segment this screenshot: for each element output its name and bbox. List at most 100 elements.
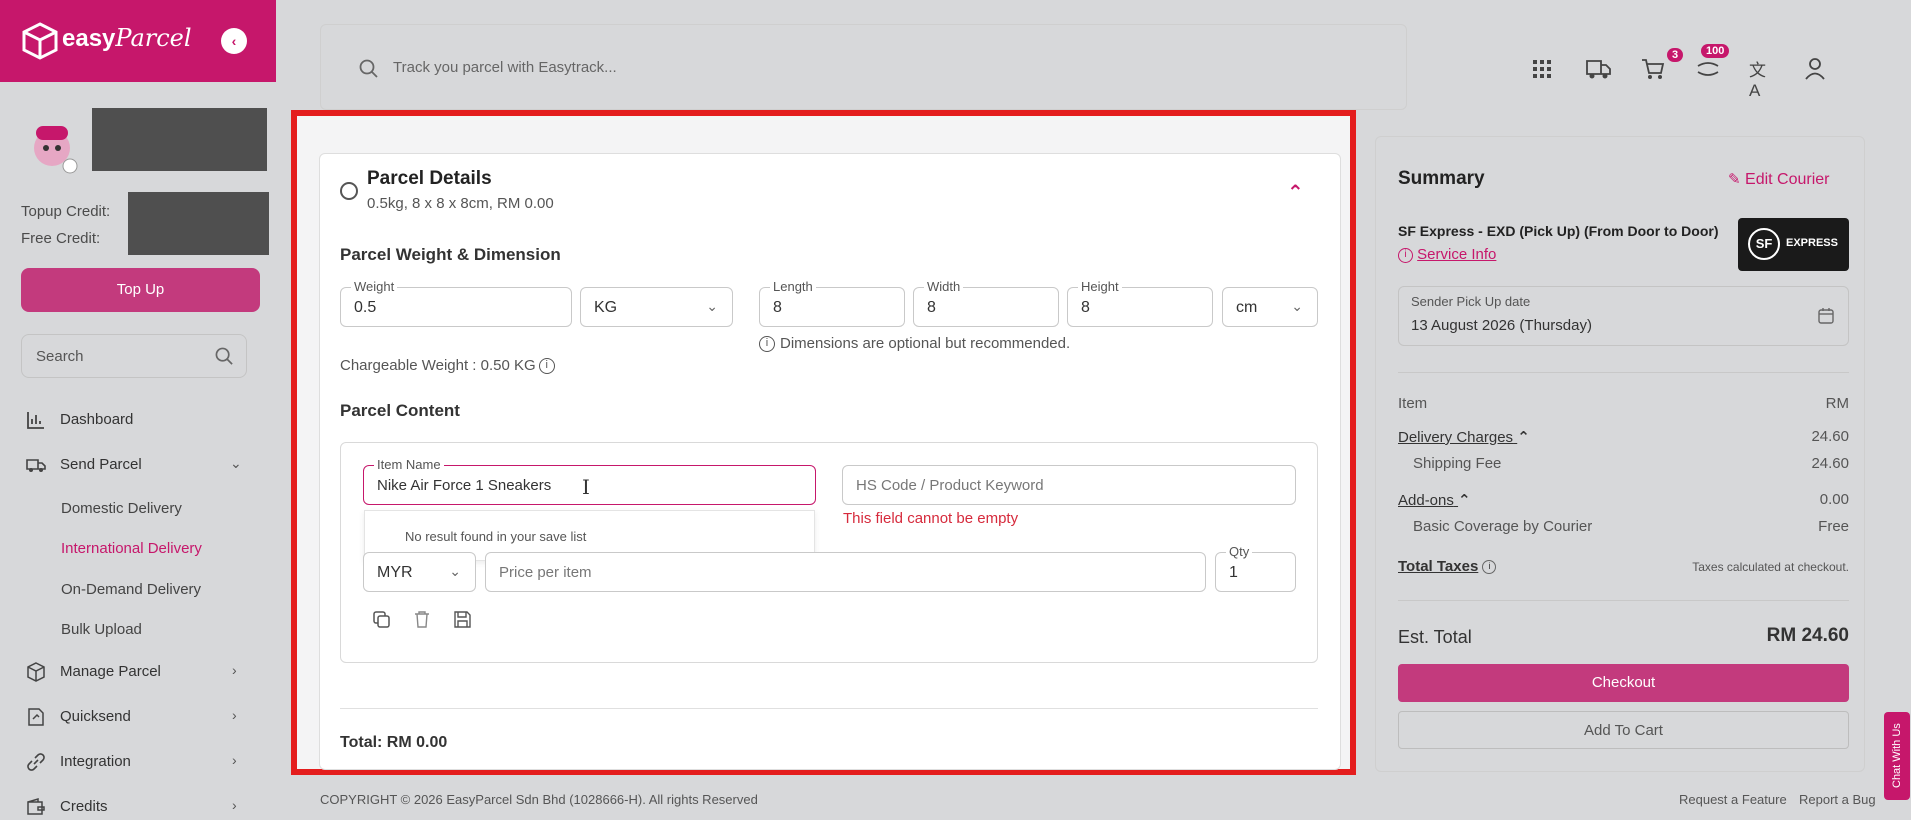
track-search-input[interactable]: Track you parcel with Easytrack...: [393, 59, 617, 76]
parcel-content-heading: Parcel Content: [340, 401, 460, 420]
item-name-value: Nike Air Force 1 Sneakers: [377, 477, 552, 494]
price-per-item-input[interactable]: Price per item: [485, 552, 1206, 592]
sidebar-subitem-bulk-upload[interactable]: Bulk Upload: [61, 621, 142, 638]
duplicate-icon[interactable]: [373, 611, 390, 628]
info-icon: i: [759, 336, 775, 353]
chevron-right-icon[interactable]: ›: [232, 752, 237, 768]
dimension-unit-select[interactable]: cm ⌄: [1222, 287, 1318, 327]
sidebar-item-send-parcel[interactable]: Send Parcel: [26, 455, 142, 475]
sidebar-item-label: Dashboard: [60, 410, 134, 428]
chat-with-us-button[interactable]: Chat With Us: [1884, 712, 1910, 800]
chargeable-weight: Chargeable Weight : 0.50 KG i: [340, 357, 555, 375]
est-total-label: Est. Total: [1398, 627, 1472, 647]
truck-icon[interactable]: [1586, 58, 1612, 80]
avatar[interactable]: [30, 118, 80, 174]
item-name-label: Item Name: [374, 457, 444, 472]
height-field[interactable]: Height 8: [1067, 279, 1213, 327]
qty-value: 1: [1229, 564, 1238, 581]
parcel-details-title: Parcel Details: [367, 168, 492, 189]
redacted-credits: [128, 192, 269, 255]
search-icon: [359, 59, 378, 78]
pickup-date-label: Sender Pick Up date: [1411, 294, 1531, 309]
wallet-icon: [27, 797, 45, 815]
parcel-total: Total: RM 0.00: [340, 734, 448, 751]
addons-toggle[interactable]: Add-ons ⌃: [1398, 491, 1471, 509]
weight-unit-select[interactable]: KG ⌄: [580, 287, 733, 327]
item-name-input[interactable]: Item Name Nike Air Force 1 Sneakers I: [363, 457, 816, 505]
hs-code-input[interactable]: HS Code / Product Keyword: [842, 465, 1296, 505]
taxes-note: Taxes calculated at checkout.: [1692, 560, 1849, 574]
courier-logo-text: EXPRESS: [1786, 237, 1838, 249]
cart-icon[interactable]: [1641, 58, 1665, 80]
info-icon[interactable]: i: [538, 358, 555, 375]
width-field[interactable]: Width 8: [913, 279, 1059, 327]
length-label: Length: [770, 279, 816, 294]
chevron-right-icon[interactable]: ›: [232, 662, 237, 678]
report-bug-link[interactable]: Report a Bug: [1799, 792, 1876, 807]
sidebar-item-quicksend[interactable]: Quicksend: [26, 707, 131, 727]
delivery-charges-label: Delivery Charges: [1398, 429, 1514, 446]
weight-field[interactable]: Weight 0.5: [340, 279, 572, 327]
delete-icon[interactable]: [414, 611, 430, 628]
apps-grid-icon[interactable]: [1532, 59, 1552, 79]
quantity-input[interactable]: Qty 1: [1215, 544, 1296, 592]
chargeable-weight-text: Chargeable Weight : 0.50 KG: [340, 357, 536, 374]
save-icon[interactable]: [454, 611, 471, 628]
service-info-label: Service Info: [1417, 246, 1497, 263]
sidebar-subitem-on-demand[interactable]: On-Demand Delivery: [61, 581, 201, 598]
sidebar-subitem-domestic[interactable]: Domestic Delivery: [61, 500, 182, 517]
free-credit-label: Free Credit:: [21, 230, 101, 247]
top-up-button[interactable]: Top Up: [21, 268, 260, 312]
request-feature-link[interactable]: Request a Feature: [1679, 792, 1787, 807]
sidebar-item-integration[interactable]: Integration: [26, 752, 131, 772]
redacted-username: [92, 108, 267, 171]
summary-title: Summary: [1398, 168, 1485, 189]
info-icon[interactable]: i: [1482, 560, 1497, 575]
courier-name: SF Express - EXD (Pick Up) (From Door to…: [1398, 223, 1719, 239]
pickup-date-field[interactable]: Sender Pick Up date 13 August 2026 (Thur…: [1398, 286, 1849, 346]
total-taxes-row: Total Taxes i: [1398, 558, 1497, 575]
chart-icon: [27, 412, 44, 429]
text-cursor-icon: I: [582, 475, 590, 499]
collapse-chevron-up-icon[interactable]: ⌃: [1287, 180, 1304, 205]
sidebar-item-manage-parcel[interactable]: Manage Parcel: [26, 662, 161, 682]
length-field[interactable]: Length 8: [759, 279, 905, 327]
rm-column-header: RM: [1825, 395, 1849, 412]
box-icon: [27, 662, 45, 682]
sidebar-item-label: Send Parcel: [60, 455, 142, 473]
sidebar-item-dashboard[interactable]: Dashboard: [26, 410, 133, 430]
calendar-icon: [1818, 308, 1834, 324]
sidebar-item-credits[interactable]: Credits: [26, 797, 108, 817]
user-profile-icon[interactable]: [1803, 56, 1827, 80]
qty-label: Qty: [1226, 544, 1253, 559]
chevron-down-icon[interactable]: ⌄: [230, 455, 242, 472]
brand-logo[interactable]: easyParcel: [62, 24, 192, 53]
delivery-charges-toggle[interactable]: Delivery Charges ⌃: [1398, 428, 1530, 446]
collapse-sidebar-button[interactable]: ‹: [221, 28, 247, 54]
chevron-right-icon[interactable]: ›: [232, 707, 237, 723]
chevron-right-icon[interactable]: ›: [232, 797, 237, 813]
dimension-unit-value: cm: [1236, 299, 1258, 316]
sidebar-search-input[interactable]: Search: [21, 334, 247, 378]
height-value: 8: [1081, 299, 1090, 316]
parcel-radio[interactable]: [340, 182, 358, 200]
chevron-up-icon: ⌃: [1517, 429, 1530, 446]
basic-coverage-label: Basic Coverage by Courier: [1413, 518, 1593, 535]
sidebar-item-label: Integration: [60, 752, 131, 770]
truck-icon: [26, 459, 46, 472]
notification-icon[interactable]: [1695, 58, 1721, 80]
cart-count-badge: 3: [1667, 48, 1684, 62]
length-value: 8: [773, 299, 782, 316]
service-info-link[interactable]: i Service Info: [1398, 246, 1496, 263]
edit-courier-link[interactable]: ✎ Edit Courier: [1728, 170, 1830, 189]
add-to-cart-button[interactable]: Add To Cart: [1398, 711, 1849, 749]
hs-code-placeholder: HS Code / Product Keyword: [856, 477, 1044, 494]
width-label: Width: [924, 279, 964, 294]
sidebar-subitem-international[interactable]: International Delivery: [61, 540, 202, 557]
currency-select[interactable]: MYR ⌄: [363, 552, 476, 592]
addons-value: 0.00: [1819, 491, 1849, 508]
width-value: 8: [927, 299, 936, 316]
translate-icon[interactable]: 文A: [1749, 56, 1766, 101]
checkout-button[interactable]: Checkout: [1398, 664, 1849, 702]
weight-unit-value: KG: [594, 299, 618, 316]
